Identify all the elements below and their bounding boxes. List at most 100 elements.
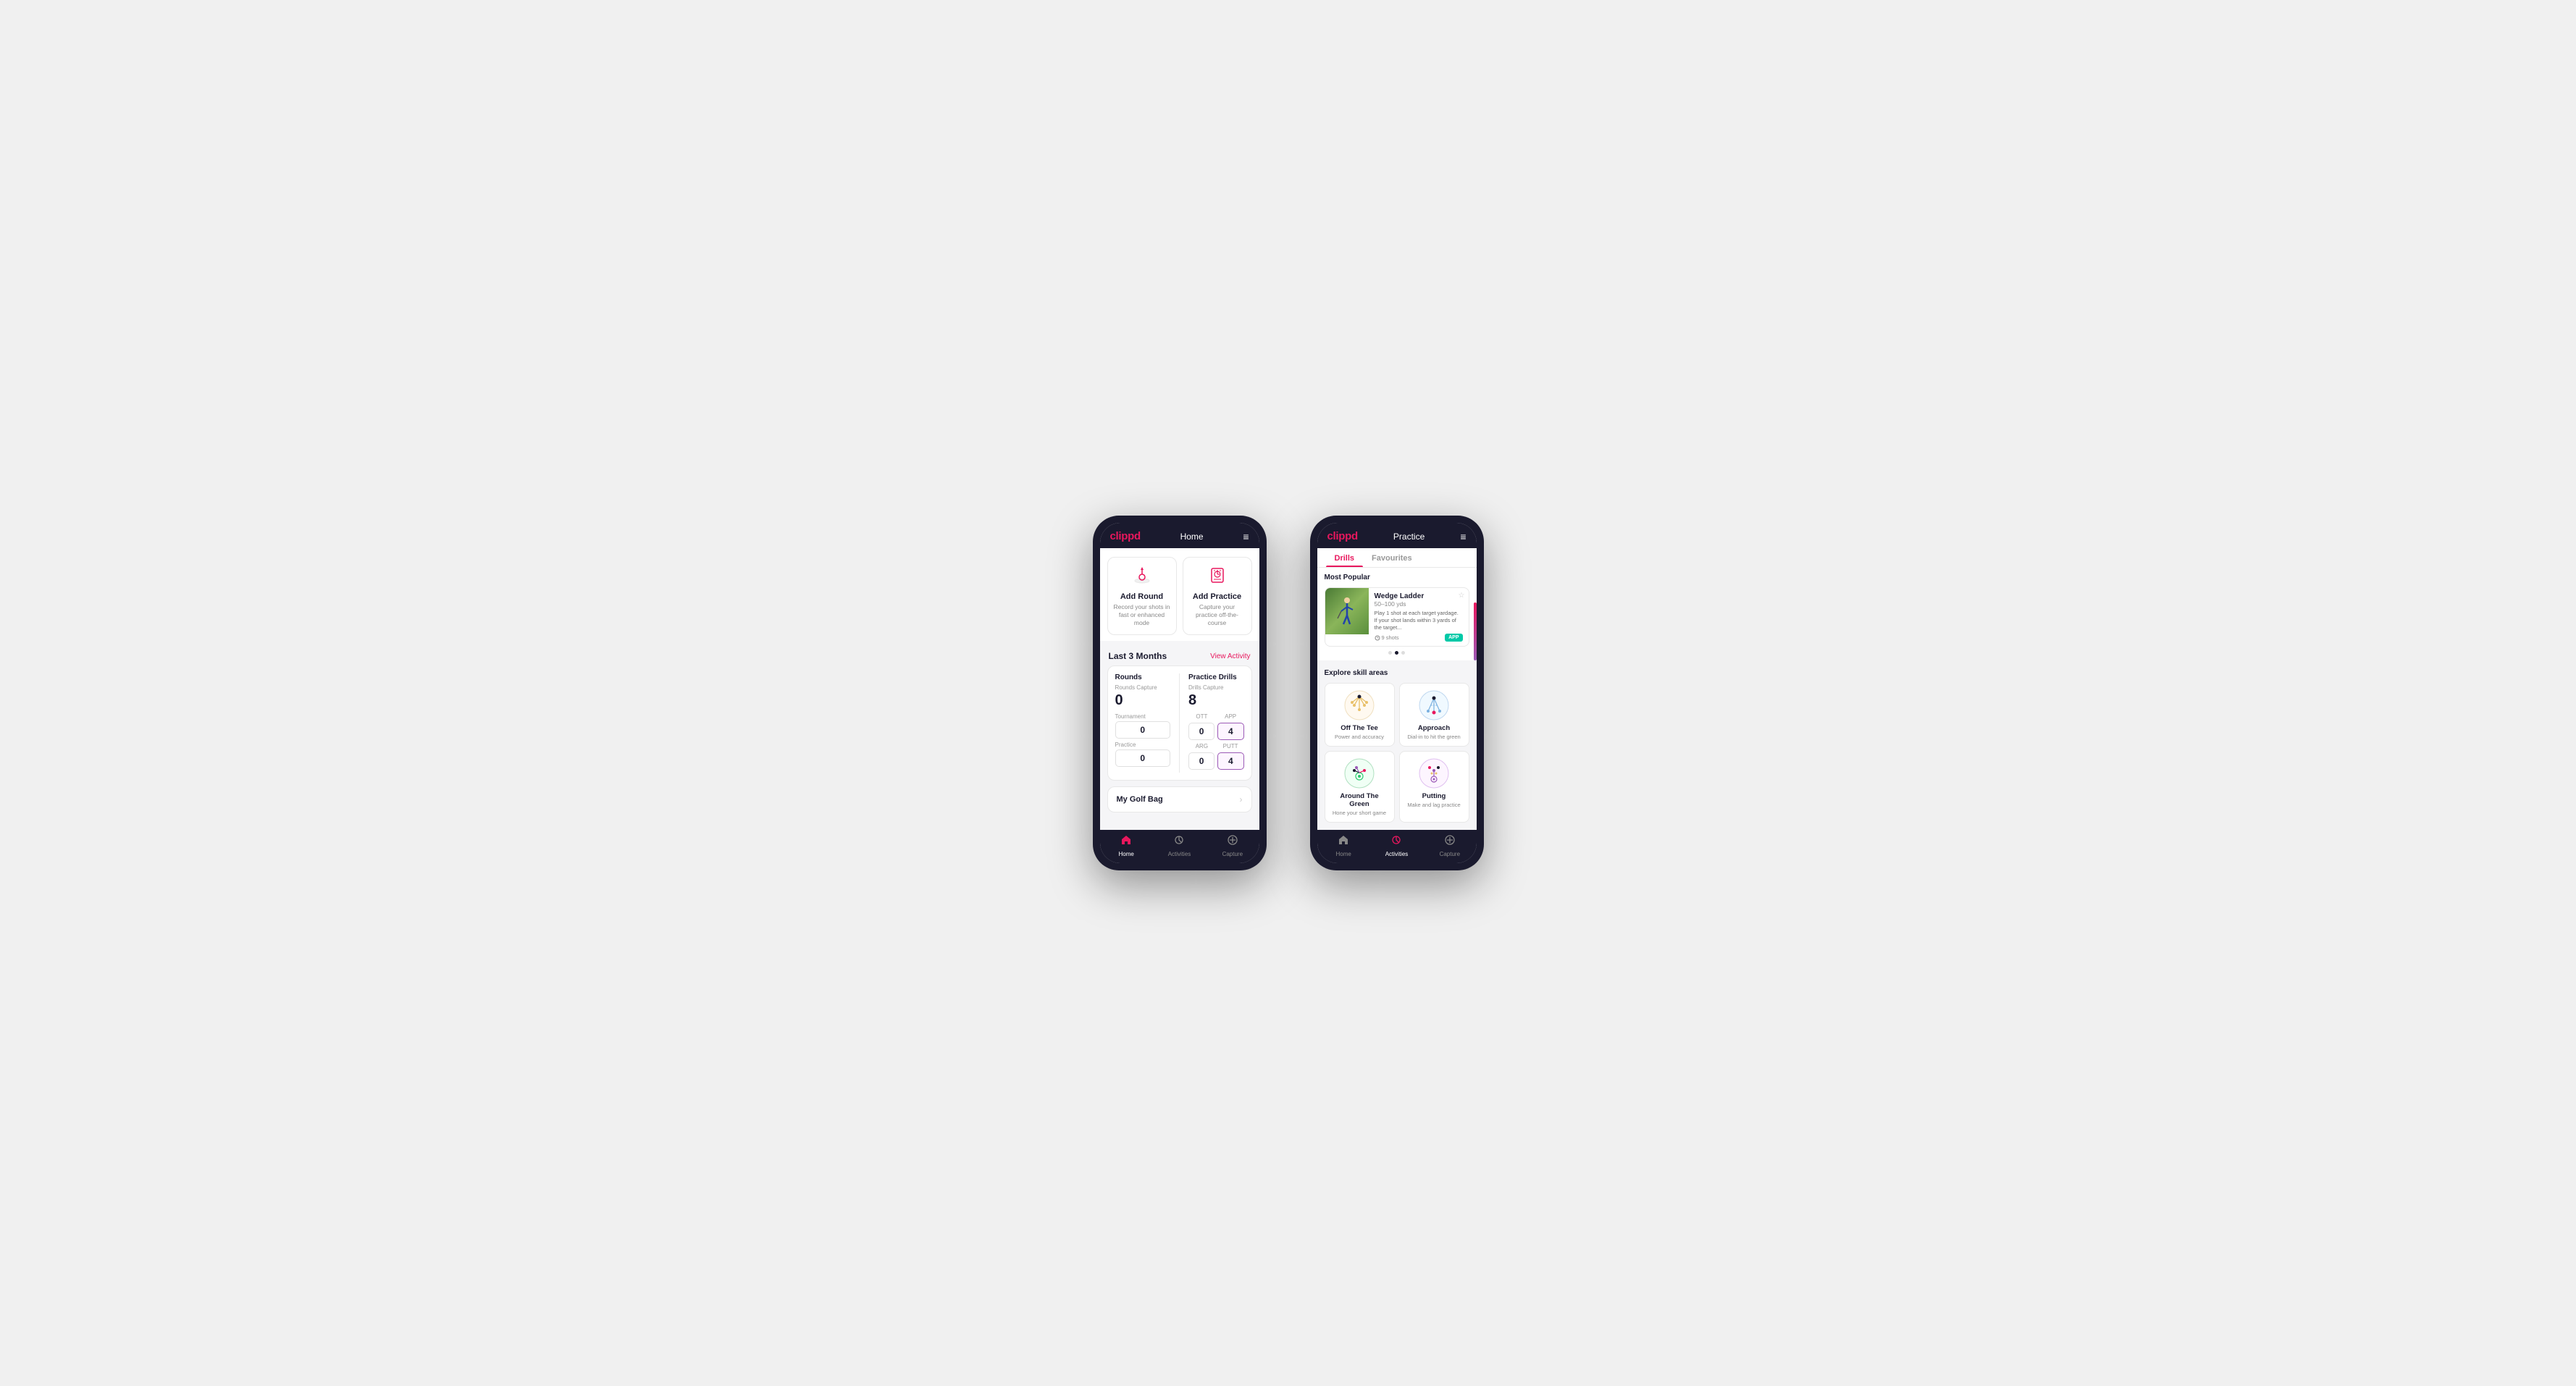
- arg-putt-row: 0 4: [1188, 752, 1244, 770]
- around-green-desc: Hone your short game: [1333, 810, 1386, 816]
- view-activity-link[interactable]: View Activity: [1210, 652, 1250, 660]
- bottom-nav-home: Home Activities: [1100, 830, 1259, 863]
- capture-nav-icon: [1227, 834, 1238, 849]
- menu-icon-2[interactable]: ≡: [1460, 532, 1466, 542]
- nav-activities[interactable]: Activities: [1153, 834, 1206, 857]
- add-round-icon: [1132, 565, 1152, 589]
- putt-num: 4: [1221, 756, 1240, 766]
- skill-card-approach[interactable]: Approach Dial-in to hit the green: [1399, 683, 1469, 747]
- practice-row: 0: [1115, 749, 1171, 767]
- drills-total: 8: [1188, 692, 1244, 709]
- ott-num: 0: [1192, 726, 1211, 736]
- ott-label: OTT: [1188, 713, 1215, 720]
- skill-card-off-the-tee[interactable]: Off The Tee Power and accuracy: [1325, 683, 1395, 747]
- tabs-row: Drills Favourites: [1317, 548, 1477, 568]
- shots-label: 9 shots: [1375, 634, 1399, 641]
- capture-nav-icon-2: [1444, 834, 1456, 849]
- putt-box: 4: [1217, 752, 1243, 770]
- menu-icon[interactable]: ≡: [1243, 532, 1249, 542]
- capture-nav-label-2: Capture: [1440, 851, 1460, 857]
- tournament-num: 0: [1119, 725, 1167, 735]
- off-tee-name: Off The Tee: [1341, 724, 1378, 732]
- drill-image: [1325, 588, 1369, 634]
- practice-content: Most Popular: [1317, 568, 1477, 830]
- arg-num: 0: [1192, 756, 1211, 766]
- putt-label: PUTT: [1217, 743, 1244, 749]
- nav-home-2[interactable]: Home: [1317, 834, 1370, 857]
- activity-title: Last 3 Months: [1109, 651, 1167, 661]
- dots-row: [1325, 647, 1469, 658]
- add-round-card[interactable]: Add Round Record your shots in fast or e…: [1107, 557, 1177, 635]
- page-title-practice: Practice: [1393, 532, 1425, 542]
- practice-num: 0: [1119, 753, 1167, 763]
- tab-drills[interactable]: Drills: [1326, 548, 1364, 567]
- putting-desc: Make and lag practice: [1407, 802, 1460, 808]
- home-nav-label: Home: [1118, 851, 1133, 857]
- activities-nav-icon-2: [1390, 834, 1402, 849]
- rounds-capture-label: Rounds Capture: [1115, 684, 1171, 691]
- home-content: Add Round Record your shots in fast or e…: [1100, 548, 1259, 830]
- around-green-icon-area: [1343, 757, 1375, 789]
- approach-icon-area: [1418, 689, 1450, 721]
- bottom-nav-practice: Home Activities: [1317, 830, 1477, 863]
- putting-name: Putting: [1422, 792, 1446, 800]
- drill-footer: 9 shots APP: [1375, 634, 1463, 642]
- home-nav-icon-2: [1338, 834, 1349, 849]
- phone-practice: clippd Practice ≡ Drills Favourites M: [1310, 516, 1484, 870]
- drill-card[interactable]: Wedge Ladder 50–100 yds ☆ Play 1 shot at…: [1325, 587, 1469, 647]
- activities-nav-icon: [1173, 834, 1185, 849]
- skill-card-putting[interactable]: Putting Make and lag practice: [1399, 751, 1469, 823]
- off-tee-desc: Power and accuracy: [1335, 734, 1384, 740]
- app-header-home: clippd Home ≡: [1100, 523, 1259, 548]
- approach-desc: Dial-in to hit the green: [1407, 734, 1460, 740]
- drill-desc: Play 1 shot at each target yardage. If y…: [1375, 610, 1463, 631]
- home-nav-icon: [1120, 834, 1132, 849]
- page-title-home: Home: [1180, 532, 1204, 542]
- add-round-desc: Record your shots in fast or enhanced mo…: [1114, 603, 1170, 627]
- add-practice-card[interactable]: Add Practice Capture your practice off-t…: [1183, 557, 1252, 635]
- capture-nav-label: Capture: [1222, 851, 1243, 857]
- golf-bag-title: My Golf Bag: [1117, 795, 1163, 804]
- around-green-name: Around The Green: [1331, 792, 1388, 808]
- most-popular-title: Most Popular: [1325, 574, 1469, 581]
- most-popular-section: Most Popular: [1317, 568, 1477, 660]
- rounds-column: Rounds Rounds Capture 0 Tournament 0 Pra…: [1115, 673, 1171, 773]
- activity-section-header: Last 3 Months View Activity: [1100, 645, 1259, 665]
- stats-divider: [1179, 673, 1180, 773]
- arg-box: 0: [1188, 752, 1214, 770]
- arg-label: ARG: [1188, 743, 1215, 749]
- nav-activities-2[interactable]: Activities: [1370, 834, 1423, 857]
- rounds-total: 0: [1115, 692, 1171, 709]
- ott-box: 0: [1188, 723, 1214, 740]
- practice-box: 0: [1115, 749, 1171, 767]
- nav-capture-2[interactable]: Capture: [1423, 834, 1476, 857]
- phones-container: clippd Home ≡: [1093, 516, 1484, 870]
- add-round-title: Add Round: [1120, 592, 1163, 601]
- chevron-icon: ›: [1240, 794, 1243, 805]
- nav-home[interactable]: Home: [1100, 834, 1153, 857]
- golf-bag-row[interactable]: My Golf Bag ›: [1107, 786, 1252, 812]
- app-label: APP: [1217, 713, 1244, 720]
- app-box: 4: [1217, 723, 1243, 740]
- dot-2[interactable]: [1395, 651, 1398, 655]
- dot-1[interactable]: [1388, 651, 1392, 655]
- activities-nav-label: Activities: [1168, 851, 1191, 857]
- tab-favourites[interactable]: Favourites: [1363, 548, 1421, 567]
- skill-card-around-green[interactable]: Around The Green Hone your short game: [1325, 751, 1395, 823]
- rounds-title: Rounds: [1115, 673, 1171, 681]
- app-badge: APP: [1445, 634, 1462, 642]
- app-logo: clippd: [1110, 530, 1141, 542]
- add-practice-desc: Capture your practice off-the-course: [1189, 603, 1246, 627]
- app-num: 4: [1221, 726, 1240, 736]
- dot-3[interactable]: [1401, 651, 1405, 655]
- add-practice-title: Add Practice: [1193, 592, 1241, 601]
- approach-name: Approach: [1418, 724, 1450, 732]
- nav-capture[interactable]: Capture: [1206, 834, 1259, 857]
- skill-grid: Off The Tee Power and accuracy: [1325, 683, 1469, 823]
- putting-icon-area: [1418, 757, 1450, 789]
- off-tee-icon-area: [1343, 689, 1375, 721]
- drills-capture-label: Drills Capture: [1188, 684, 1244, 691]
- drill-info: Wedge Ladder 50–100 yds ☆ Play 1 shot at…: [1369, 588, 1469, 646]
- star-icon[interactable]: ☆: [1459, 592, 1465, 600]
- ott-app-row: 0 4: [1188, 723, 1244, 740]
